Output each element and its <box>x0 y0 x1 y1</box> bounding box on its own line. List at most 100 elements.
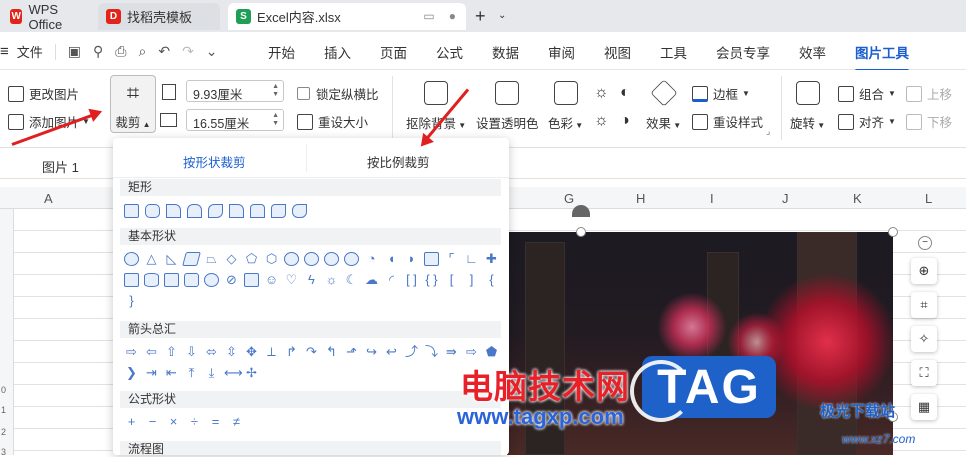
shape-quad-arrow-icon[interactable]: ✥ <box>244 345 259 359</box>
brightness-increase-icon[interactable]: ☼ <box>594 84 609 102</box>
shape-folded-corner-icon[interactable] <box>244 273 259 287</box>
border-button[interactable]: 边框 ▼ <box>692 84 750 103</box>
tab-excel-file[interactable]: S Excel内容.xlsx ▭ ● <box>228 3 466 30</box>
contrast-decrease-icon[interactable]: ◑ <box>620 112 630 130</box>
shape-down-arrow-icon[interactable]: ⇩ <box>184 345 199 359</box>
shape-left-arrow-icon[interactable]: ⇦ <box>144 345 159 359</box>
shape-left-callout-icon[interactable]: ⇤ <box>164 366 179 380</box>
shape-right-arrow-icon[interactable]: ⇨ <box>124 345 139 359</box>
column-header[interactable]: G <box>564 191 574 206</box>
shape-left-right-callout-icon[interactable]: ⟷ <box>224 366 243 380</box>
shape-heptagon-icon[interactable] <box>284 252 299 266</box>
brightness-decrease-icon[interactable]: ☼ <box>594 112 609 130</box>
contrast-increase-icon[interactable]: ◐ <box>620 84 630 102</box>
fullscreen-icon[interactable]: ⛶ <box>911 360 937 386</box>
shape-plaque-icon[interactable] <box>124 273 139 287</box>
menu-item-formula[interactable]: 公式 <box>436 42 463 62</box>
menu-item-efficiency[interactable]: 效率 <box>799 42 826 62</box>
shape-smiley-icon[interactable]: ☺ <box>264 273 279 287</box>
shape-curved-down-arrow-icon[interactable]: ⤵ <box>424 345 439 359</box>
shape-down-callout-icon[interactable]: ⤓ <box>204 366 219 380</box>
dialog-launcher-icon[interactable]: ⌟ <box>766 126 770 137</box>
shape-half-frame-icon[interactable]: ⌜ <box>444 252 459 266</box>
menu-item-view[interactable]: 视图 <box>604 42 631 62</box>
color-button[interactable]: 色彩 ▼ <box>548 81 583 132</box>
width-input[interactable]: 16.55厘米 ▲ ▼ <box>186 109 284 131</box>
shape-teardrop-icon[interactable]: ◗ <box>404 252 419 266</box>
crop-icon[interactable]: ⌗ <box>911 292 937 318</box>
link-icon[interactable]: ⚲ <box>93 43 103 60</box>
shape-snip-rect-icon[interactable] <box>166 204 181 218</box>
redo-icon[interactable]: ↷ <box>182 43 194 60</box>
shape-round-corner-icon[interactable] <box>229 204 244 218</box>
shape-up-callout-icon[interactable]: ⤒ <box>184 366 199 380</box>
shape-curved-up-arrow-icon[interactable]: ⤴ <box>404 345 419 359</box>
shape-sun-icon[interactable]: ☼ <box>324 273 339 287</box>
resize-handle[interactable] <box>888 227 898 237</box>
shape-not-equal-icon[interactable]: ≠ <box>229 415 244 429</box>
quick-access-chevron-icon[interactable]: ⌄ <box>206 43 218 60</box>
shape-cross-icon[interactable]: ✚ <box>484 252 499 266</box>
shape-arc-icon[interactable]: ◜ <box>384 273 399 287</box>
reset-style-button[interactable]: 重设样式 <box>692 112 763 131</box>
shape-notched-arrow-icon[interactable]: ⇨ <box>464 345 479 359</box>
shape-round-corner-icon[interactable] <box>271 204 286 218</box>
shape-rounded-rect-icon[interactable] <box>145 204 160 218</box>
row-header[interactable]: 3 <box>1 447 6 457</box>
shape-chord-icon[interactable]: ◖ <box>384 252 399 266</box>
tab-docer[interactable]: D 找稻壳模板 <box>98 3 220 30</box>
shape-bent-up-arrow-icon[interactable]: ⬏ <box>344 345 359 359</box>
height-spinner[interactable]: ▲ ▼ <box>272 83 279 99</box>
shape-can-icon[interactable] <box>144 273 159 287</box>
shape-round-corner-icon[interactable] <box>250 204 265 218</box>
menu-item-review[interactable]: 审阅 <box>548 42 575 62</box>
column-header[interactable]: H <box>636 191 645 206</box>
chevron-down-icon[interactable]: ⌄ <box>498 10 506 21</box>
collapse-icon[interactable]: − <box>918 236 932 250</box>
undo-icon[interactable]: ↶ <box>158 43 170 60</box>
set-transparent-color-button[interactable]: 设置透明色 <box>476 81 539 132</box>
shape-triangle-icon[interactable]: △ <box>144 252 159 266</box>
menu-item-page[interactable]: 页面 <box>380 42 407 62</box>
crop-button[interactable]: ⌗ 裁剪 ▲ <box>110 75 156 133</box>
menu-item-data[interactable]: 数据 <box>492 42 519 62</box>
resize-handle[interactable] <box>576 227 586 237</box>
column-header[interactable]: I <box>710 191 714 206</box>
shape-plus-icon[interactable]: + <box>124 415 139 429</box>
shape-diamond-icon[interactable]: ◇ <box>224 252 239 266</box>
dot-icon[interactable]: ● <box>449 9 456 23</box>
shape-right-bracket-icon[interactable]: ] <box>464 273 479 287</box>
shape-chevron-icon[interactable]: ❯ <box>124 366 139 380</box>
save-icon[interactable]: ▣ <box>68 43 81 60</box>
shape-divide-icon[interactable]: ÷ <box>187 415 202 429</box>
column-header[interactable]: L <box>925 191 932 206</box>
shape-left-up-arrow-icon[interactable]: ↰ <box>324 345 339 359</box>
tab-wps-office[interactable]: W WPS Office <box>2 2 92 32</box>
shape-dodecagon-icon[interactable] <box>344 252 359 266</box>
shape-l-shape-icon[interactable]: ∟ <box>464 252 479 266</box>
menu-item-tools[interactable]: 工具 <box>660 42 687 62</box>
shape-pentagon-icon[interactable]: ⬠ <box>244 252 259 266</box>
menu-item-member[interactable]: 会员专享 <box>716 42 770 62</box>
tab-crop-by-shape[interactable]: 按形状裁剪 <box>183 152 246 171</box>
magic-wand-icon[interactable]: ✧ <box>911 326 937 352</box>
width-spinner[interactable]: ▲ ▼ <box>272 112 279 128</box>
shape-decagon-icon[interactable] <box>324 252 339 266</box>
height-input[interactable]: 9.93厘米 ▲ ▼ <box>186 80 284 102</box>
shape-curved-left-arrow-icon[interactable]: ↩ <box>384 345 399 359</box>
shape-left-right-up-arrow-icon[interactable]: ⟂ <box>264 345 279 359</box>
shape-pentagon-arrow-icon[interactable]: ⬟ <box>484 345 499 359</box>
shape-snip-rect-icon[interactable] <box>187 204 202 218</box>
align-button[interactable]: 对齐 ▼ <box>838 112 896 131</box>
effects-button[interactable]: 效果 ▼ <box>646 79 681 132</box>
new-tab-plus-icon[interactable]: + <box>475 6 486 27</box>
shape-multiply-icon[interactable]: × <box>166 415 181 429</box>
shape-round-corner-icon[interactable] <box>292 204 307 218</box>
shape-trapezoid-icon[interactable]: ⏢ <box>204 252 219 266</box>
monitor-icon[interactable]: ▭ <box>423 9 434 23</box>
reset-size-button[interactable]: 重设大小 <box>297 112 368 131</box>
row-header[interactable]: 2 <box>1 427 6 437</box>
shape-snip-rect-icon[interactable] <box>208 204 223 218</box>
column-header[interactable]: K <box>853 191 862 206</box>
menu-item-home[interactable]: 开始 <box>268 42 295 62</box>
